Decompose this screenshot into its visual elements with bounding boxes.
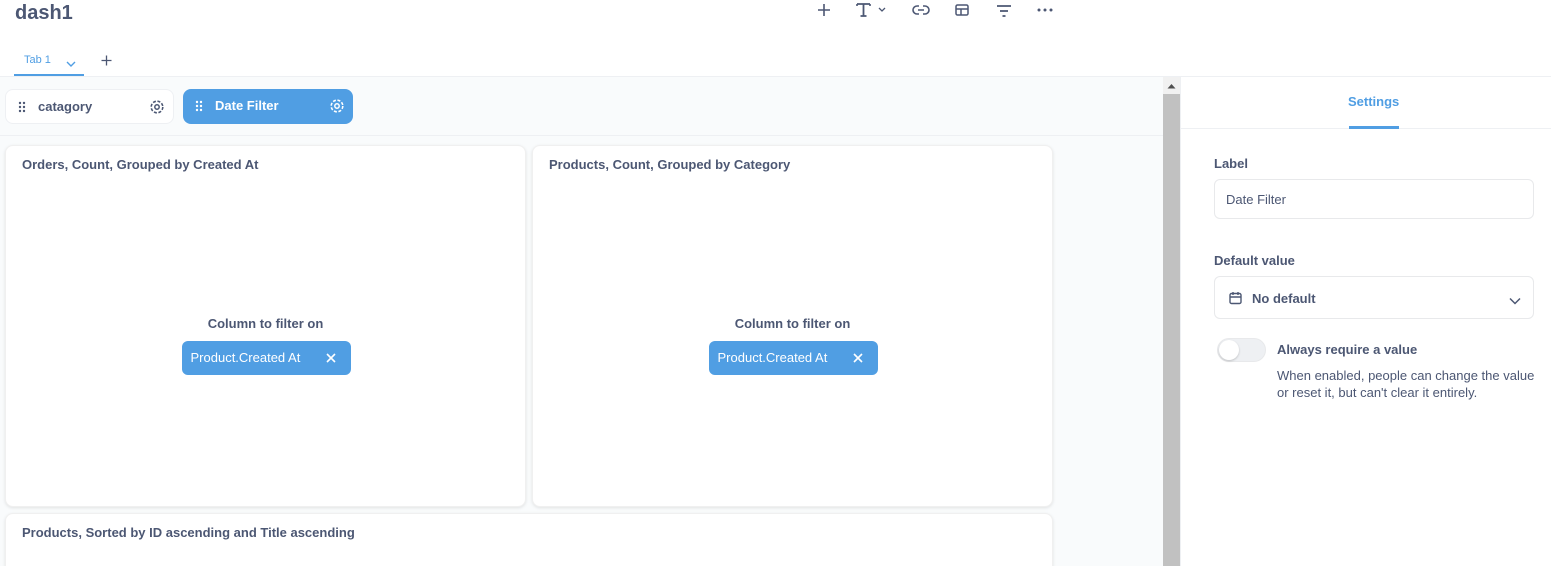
scroll-up-arrow-icon[interactable] xyxy=(1163,77,1180,94)
filter-chip-label: catagory xyxy=(38,99,93,114)
filter-chip-label: Date Filter xyxy=(215,98,279,113)
card-title: Products, Sorted by ID ascending and Tit… xyxy=(22,525,355,540)
gear-icon[interactable] xyxy=(329,98,345,119)
dashboard-canvas: catagory Date Filter Orders, Count, Grou… xyxy=(0,77,1163,566)
default-value-select[interactable]: No default xyxy=(1214,276,1534,319)
tab-label: Tab 1 xyxy=(24,54,51,66)
default-value-title: Default value xyxy=(1214,253,1295,268)
section-icon[interactable] xyxy=(948,0,976,20)
label-field-title: Label xyxy=(1214,156,1248,171)
column-mapping-value: Product.Created At xyxy=(190,350,301,365)
dashboard-header: dash1 Tab 1 xyxy=(0,0,1551,77)
drag-handle-icon[interactable] xyxy=(18,100,26,118)
column-mapping-value: Product.Created At xyxy=(717,350,828,365)
filter-bar: catagory Date Filter xyxy=(0,77,1163,136)
close-icon[interactable] xyxy=(325,351,337,369)
default-value-text: No default xyxy=(1252,291,1316,306)
column-mapping-pill[interactable]: Product.Created At xyxy=(181,341,351,375)
scrollbar[interactable] xyxy=(1163,77,1180,566)
column-to-filter-label: Column to filter on xyxy=(207,316,324,331)
chevron-down-icon xyxy=(1509,292,1521,310)
filter-icon[interactable] xyxy=(990,0,1018,20)
filter-chip-date-filter[interactable]: Date Filter xyxy=(183,89,353,124)
dashboard-card[interactable]: Products, Count, Grouped by Category Col… xyxy=(532,145,1053,507)
drag-handle-icon[interactable] xyxy=(195,99,203,117)
toggle-description: When enabled, people can change the valu… xyxy=(1277,368,1535,400)
label-input[interactable] xyxy=(1214,179,1534,219)
column-mapping-pill[interactable]: Product.Created At xyxy=(708,341,878,375)
link-icon[interactable] xyxy=(907,0,935,20)
dashboard-title[interactable]: dash1 xyxy=(15,2,73,25)
add-tab-icon[interactable] xyxy=(98,52,114,68)
require-value-toggle[interactable] xyxy=(1217,338,1266,362)
more-icon[interactable] xyxy=(1031,0,1059,20)
column-to-filter-label: Column to filter on xyxy=(734,316,851,331)
gear-icon[interactable] xyxy=(149,99,165,120)
active-tab-indicator xyxy=(1349,126,1399,129)
calendar-icon xyxy=(1229,291,1242,310)
chevron-down-icon[interactable] xyxy=(66,55,76,73)
tab-settings[interactable]: Settings xyxy=(1348,94,1399,109)
text-icon[interactable] xyxy=(854,0,890,20)
filter-chip-catagory[interactable]: catagory xyxy=(5,89,174,124)
add-icon[interactable] xyxy=(810,0,838,20)
card-title: Products, Count, Grouped by Category xyxy=(549,157,791,172)
dashboard-card[interactable]: Orders, Count, Grouped by Created At Col… xyxy=(5,145,526,507)
toggle-label: Always require a value xyxy=(1277,342,1418,357)
settings-sidebar: Settings Label Default value No default … xyxy=(1180,77,1551,566)
card-title: Orders, Count, Grouped by Created At xyxy=(22,157,259,172)
close-icon[interactable] xyxy=(852,351,864,369)
sidebar-tabs: Settings xyxy=(1181,77,1551,129)
toggle-knob xyxy=(1219,340,1239,360)
tab-1[interactable]: Tab 1 xyxy=(14,52,84,76)
dashboard-card[interactable]: Products, Sorted by ID ascending and Tit… xyxy=(5,513,1053,566)
